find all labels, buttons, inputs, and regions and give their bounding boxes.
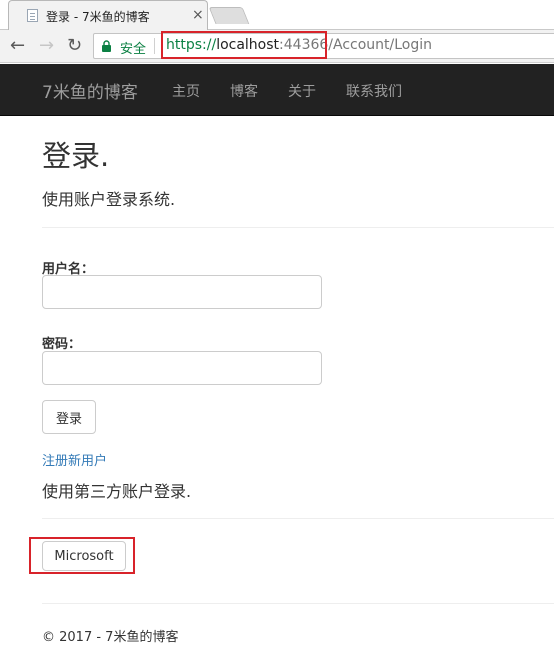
browser-tabstrip: 登录 - 7米鱼的博客 × bbox=[0, 0, 554, 30]
page-title: 登录. bbox=[42, 139, 110, 173]
login-button[interactable]: 登录 bbox=[42, 400, 96, 434]
microsoft-annotation-box bbox=[29, 537, 135, 574]
password-input[interactable] bbox=[42, 351, 322, 385]
close-tab-icon[interactable]: × bbox=[192, 6, 204, 24]
tab-title: 登录 - 7米鱼的博客 bbox=[46, 10, 150, 24]
forward-arrow-icon[interactable]: → bbox=[39, 36, 54, 56]
external-login-heading: 使用第三方账户登录. bbox=[42, 482, 192, 501]
divider bbox=[42, 227, 554, 228]
back-arrow-icon[interactable]: ← bbox=[10, 36, 25, 56]
brand-link[interactable]: 7米鱼的博客 bbox=[42, 78, 138, 103]
url-path: /Account/Login bbox=[328, 37, 433, 53]
reload-icon[interactable]: ↻ bbox=[67, 36, 82, 56]
address-separator bbox=[154, 38, 155, 54]
url-annotation-box bbox=[161, 31, 327, 59]
nav-item-contact[interactable]: 联系我们 bbox=[346, 81, 402, 101]
site-navbar: 7米鱼的博客 主页 博客 关于 联系我们 bbox=[0, 64, 554, 116]
secure-label: 安全 bbox=[120, 42, 147, 57]
page-subtitle: 使用账户登录系统. bbox=[42, 190, 176, 209]
nav-item-blog[interactable]: 博客 bbox=[230, 81, 258, 101]
page-document-icon bbox=[27, 9, 38, 22]
register-link[interactable]: 注册新用户 bbox=[42, 450, 107, 469]
new-tab-button[interactable] bbox=[208, 7, 250, 24]
browser-tab[interactable]: 登录 - 7米鱼的博客 × bbox=[8, 0, 208, 30]
divider bbox=[42, 518, 554, 519]
nav-item-about[interactable]: 关于 bbox=[288, 81, 316, 101]
nav-item-home[interactable]: 主页 bbox=[172, 81, 200, 101]
divider bbox=[42, 603, 554, 604]
lock-icon bbox=[102, 40, 111, 52]
footer-text: © 2017 - 7米鱼的博客 bbox=[42, 630, 179, 645]
username-input[interactable] bbox=[42, 275, 322, 309]
password-label: 密码： bbox=[42, 337, 82, 352]
